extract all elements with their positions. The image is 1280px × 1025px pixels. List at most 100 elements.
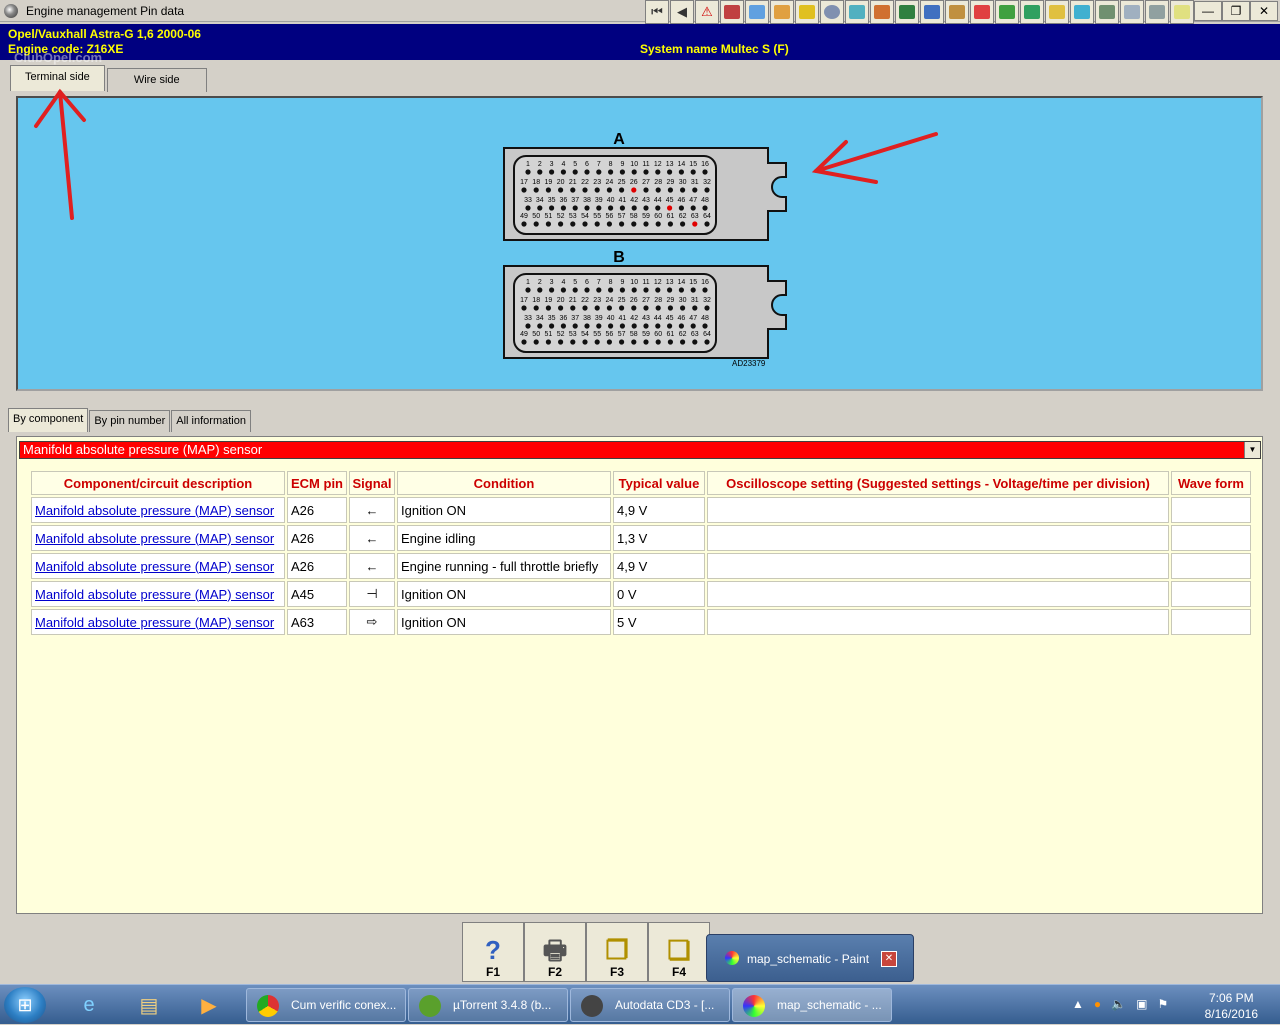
- pin[interactable]: [594, 339, 600, 345]
- pin[interactable]: [692, 305, 698, 311]
- pin[interactable]: [582, 221, 588, 227]
- pin[interactable]: [678, 205, 685, 211]
- pin[interactable]: [690, 205, 696, 211]
- pin[interactable]: [655, 339, 661, 345]
- pin[interactable]: [655, 187, 661, 193]
- component-link[interactable]: Manifold absolute pressure (MAP) sensor: [35, 587, 274, 602]
- tool-icon-4[interactable]: [795, 0, 819, 24]
- pin[interactable]: [655, 323, 661, 329]
- tool-icon-10[interactable]: [945, 0, 969, 24]
- pin[interactable]: [606, 221, 613, 227]
- highlighted-pin[interactable]: [631, 187, 637, 193]
- pin[interactable]: [678, 287, 685, 293]
- pin[interactable]: [667, 323, 673, 329]
- tool-icon-12[interactable]: [995, 0, 1019, 24]
- pin[interactable]: [655, 221, 661, 227]
- pin[interactable]: [606, 305, 613, 311]
- task-autodata[interactable]: Autodata CD3 - [...: [570, 988, 730, 1022]
- close-icon[interactable]: ✕: [881, 951, 897, 967]
- pin[interactable]: [521, 305, 527, 311]
- f4-button[interactable]: ❏ F4: [648, 922, 710, 982]
- pin[interactable]: [631, 169, 637, 175]
- pin[interactable]: [680, 305, 686, 311]
- tool-icon-1[interactable]: [720, 0, 744, 24]
- component-select[interactable]: Manifold absolute pressure (MAP) sensor …: [19, 441, 1261, 459]
- pin[interactable]: [667, 287, 673, 293]
- pin[interactable]: [570, 187, 576, 193]
- highlighted-pin[interactable]: [692, 221, 698, 227]
- tool-icon-9[interactable]: [920, 0, 944, 24]
- pin[interactable]: [525, 323, 531, 329]
- pin[interactable]: [704, 305, 710, 311]
- action-center-icon[interactable]: ⚑: [1157, 997, 1168, 1011]
- task-utorrent[interactable]: µTorrent 3.4.8 (b...: [408, 988, 568, 1022]
- pin[interactable]: [533, 305, 539, 311]
- pin[interactable]: [667, 339, 674, 345]
- pin[interactable]: [667, 221, 674, 227]
- pin[interactable]: [584, 323, 590, 329]
- pin[interactable]: [545, 187, 552, 193]
- pin[interactable]: [702, 287, 708, 293]
- pin[interactable]: [545, 221, 552, 227]
- pin[interactable]: [537, 323, 543, 329]
- pin[interactable]: [692, 187, 698, 193]
- pin[interactable]: [643, 323, 649, 329]
- clock[interactable]: 7:06 PM 8/16/2016: [1205, 990, 1258, 1022]
- pin[interactable]: [521, 187, 527, 193]
- file-explorer-icon[interactable]: ▤: [122, 988, 176, 1022]
- pin[interactable]: [643, 169, 649, 175]
- pin[interactable]: [702, 169, 708, 175]
- pin[interactable]: [667, 187, 674, 193]
- component-link[interactable]: Manifold absolute pressure (MAP) sensor: [35, 559, 274, 574]
- pin[interactable]: [596, 205, 602, 211]
- pin[interactable]: [655, 169, 661, 175]
- task-paint[interactable]: map_schematic - ...: [732, 988, 892, 1022]
- pin[interactable]: [558, 221, 564, 227]
- tool-icon-8[interactable]: [895, 0, 919, 24]
- tool-icon-7[interactable]: [870, 0, 894, 24]
- pin[interactable]: [596, 169, 602, 175]
- pin[interactable]: [680, 221, 686, 227]
- previous-icon[interactable]: ◀: [670, 0, 694, 24]
- pin[interactable]: [545, 305, 552, 311]
- pin[interactable]: [702, 323, 708, 329]
- pin[interactable]: [560, 323, 567, 329]
- minimize-button[interactable]: —: [1194, 1, 1222, 21]
- pin[interactable]: [608, 287, 614, 293]
- pin[interactable]: [582, 187, 588, 193]
- pin[interactable]: [619, 187, 625, 193]
- pin[interactable]: [631, 287, 637, 293]
- tool-icon-6[interactable]: [845, 0, 869, 24]
- pin[interactable]: [533, 187, 539, 193]
- pin[interactable]: [545, 339, 552, 345]
- pin[interactable]: [619, 287, 626, 293]
- pin[interactable]: [643, 221, 649, 227]
- pin[interactable]: [594, 221, 600, 227]
- tool-icon-19[interactable]: [1170, 0, 1194, 24]
- pin[interactable]: [702, 205, 708, 211]
- pin[interactable]: [594, 305, 600, 311]
- pin[interactable]: [560, 205, 567, 211]
- pin[interactable]: [619, 169, 626, 175]
- pin[interactable]: [608, 323, 614, 329]
- pin[interactable]: [549, 169, 555, 175]
- paint-preview-popup[interactable]: map_schematic - Paint ✕: [706, 934, 914, 982]
- pin[interactable]: [596, 287, 602, 293]
- tool-icon-17[interactable]: [1120, 0, 1144, 24]
- pin[interactable]: [608, 169, 614, 175]
- f3-button[interactable]: ❐ F3: [586, 922, 648, 982]
- component-link[interactable]: Manifold absolute pressure (MAP) sensor: [35, 531, 274, 546]
- tab-by-pin-number[interactable]: By pin number: [89, 410, 171, 432]
- pin[interactable]: [525, 287, 531, 293]
- pin[interactable]: [558, 187, 564, 193]
- pin[interactable]: [704, 187, 710, 193]
- chevron-down-icon[interactable]: ▼: [1244, 442, 1260, 458]
- pin[interactable]: [570, 339, 576, 345]
- highlighted-pin[interactable]: [667, 205, 673, 211]
- tool-icon-3[interactable]: [770, 0, 794, 24]
- pin[interactable]: [521, 221, 527, 227]
- restore-button[interactable]: ❐: [1222, 1, 1250, 21]
- pin[interactable]: [572, 169, 578, 175]
- tool-icon-13[interactable]: [1020, 0, 1044, 24]
- pin[interactable]: [525, 169, 531, 175]
